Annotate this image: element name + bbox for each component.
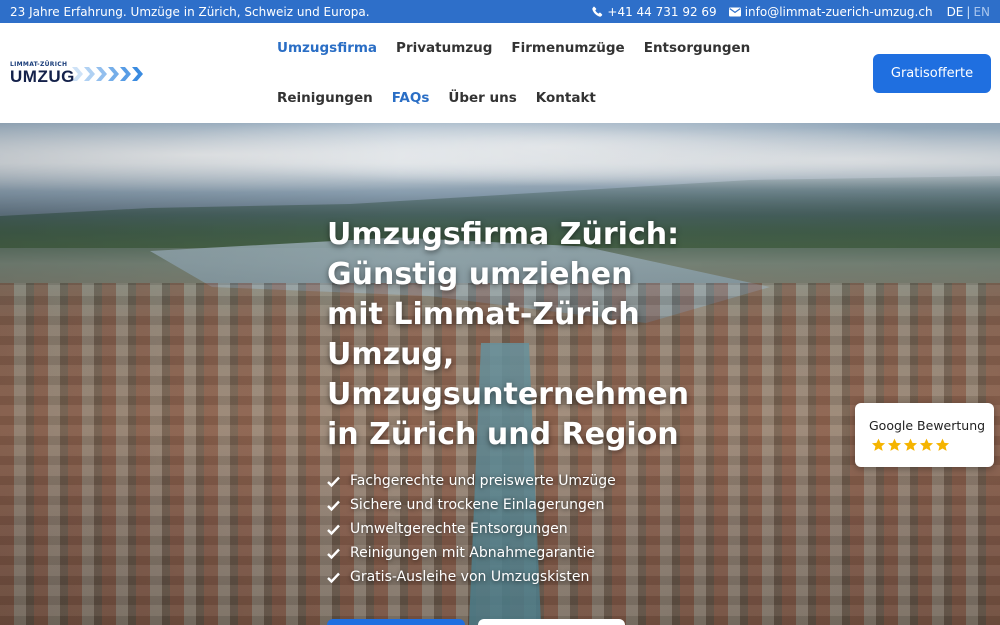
gratisofferte-button[interactable]: Gratisofferte <box>873 54 991 93</box>
feature-text: Fachgerechte und preiswerte Umzüge <box>350 473 616 489</box>
feature-text: Reinigungen mit Abnahmegarantie <box>350 545 595 561</box>
star-rating <box>871 438 950 452</box>
check-icon <box>327 548 343 559</box>
feature-item: Gratis-Ausleihe von Umzugskisten <box>327 565 616 589</box>
contact-info: +41 44 731 92 69 info@limmat-zuerich-umz… <box>592 4 933 19</box>
hero-title-line: Günstig umziehen <box>327 257 633 292</box>
site-header: LIMMAT-ZÜRICH UMZUG Umzugsfirma Privatum… <box>0 23 1000 123</box>
tagline: 23 Jahre Erfahrung. Umzüge in Zürich, Sc… <box>10 4 370 19</box>
star-icon <box>887 438 902 451</box>
hero-section: Umzugsfirma Zürich: Günstig umziehen mit… <box>0 123 1000 625</box>
google-rating-label: Google Bewertung <box>869 418 986 433</box>
logo[interactable]: LIMMAT-ZÜRICH UMZUG <box>10 61 143 87</box>
star-icon <box>903 438 918 451</box>
main-nav-row-1: Umzugsfirma Privatumzug Firmenumzüge Ent… <box>277 40 750 56</box>
nav-item-faqs[interactable]: FAQs <box>392 90 430 106</box>
phone-number: +41 44 731 92 69 <box>607 4 717 19</box>
nav-item-entsorgungen[interactable]: Entsorgungen <box>644 40 751 56</box>
feature-item: Reinigungen mit Abnahmegarantie <box>327 541 616 565</box>
nav-item-ueber-uns[interactable]: Über uns <box>448 90 516 106</box>
hero-primary-button[interactable] <box>327 619 465 625</box>
lang-en[interactable]: EN <box>973 5 990 19</box>
feature-item: Fachgerechte und preiswerte Umzüge <box>327 469 616 493</box>
envelope-icon <box>728 7 741 17</box>
feature-text: Sichere und trockene Einlagerungen <box>350 497 605 513</box>
hero-title-line: Umzugsfirma Zürich: <box>327 217 680 252</box>
star-icon <box>919 438 934 451</box>
nav-item-kontakt[interactable]: Kontakt <box>536 90 596 106</box>
feature-item: Umweltgerechte Entsorgungen <box>327 517 616 541</box>
email-link[interactable]: info@limmat-zuerich-umzug.ch <box>728 4 933 19</box>
nav-item-reinigungen[interactable]: Reinigungen <box>277 90 373 106</box>
top-bar: 23 Jahre Erfahrung. Umzüge in Zürich, Sc… <box>0 0 1000 23</box>
nav-item-umzugsfirma[interactable]: Umzugsfirma <box>277 40 377 56</box>
hero-secondary-button[interactable] <box>478 619 625 625</box>
email-address: info@limmat-zuerich-umzug.ch <box>744 4 933 19</box>
nav-item-firmenumzuege[interactable]: Firmenumzüge <box>511 40 624 56</box>
logo-big-text: UMZUG <box>10 67 75 86</box>
hero-title-line: mit Limmat-Zürich <box>327 297 640 332</box>
check-icon <box>327 524 343 535</box>
check-icon <box>327 500 343 511</box>
feature-text: Gratis-Ausleihe von Umzugskisten <box>350 569 590 585</box>
phone-link[interactable]: +41 44 731 92 69 <box>592 4 717 19</box>
lang-de[interactable]: DE <box>947 5 964 19</box>
hero-title-line: Umzug, <box>327 337 455 372</box>
check-icon <box>327 572 343 583</box>
google-rating-badge[interactable]: Google Bewertung <box>855 403 994 467</box>
phone-icon <box>592 6 603 17</box>
feature-text: Umweltgerechte Entsorgungen <box>350 521 568 537</box>
logo-arrows-icon <box>72 67 143 81</box>
feature-list: Fachgerechte und preiswerte Umzüge Siche… <box>327 469 616 589</box>
hero-title: Umzugsfirma Zürich: Günstig umziehen mit… <box>327 215 707 455</box>
nav-item-privatumzug[interactable]: Privatumzug <box>396 40 492 56</box>
hero-title-line: Umzugsunternehmen <box>327 377 689 412</box>
check-icon <box>327 476 343 487</box>
feature-item: Sichere und trockene Einlagerungen <box>327 493 616 517</box>
lang-separator: | <box>966 4 971 19</box>
main-nav-row-2: Reinigungen FAQs Über uns Kontakt <box>277 90 596 106</box>
hero-title-line: in Zürich und Region <box>327 417 679 452</box>
language-switcher: DE | EN <box>947 5 990 19</box>
star-icon <box>935 438 950 451</box>
star-icon <box>871 438 886 451</box>
